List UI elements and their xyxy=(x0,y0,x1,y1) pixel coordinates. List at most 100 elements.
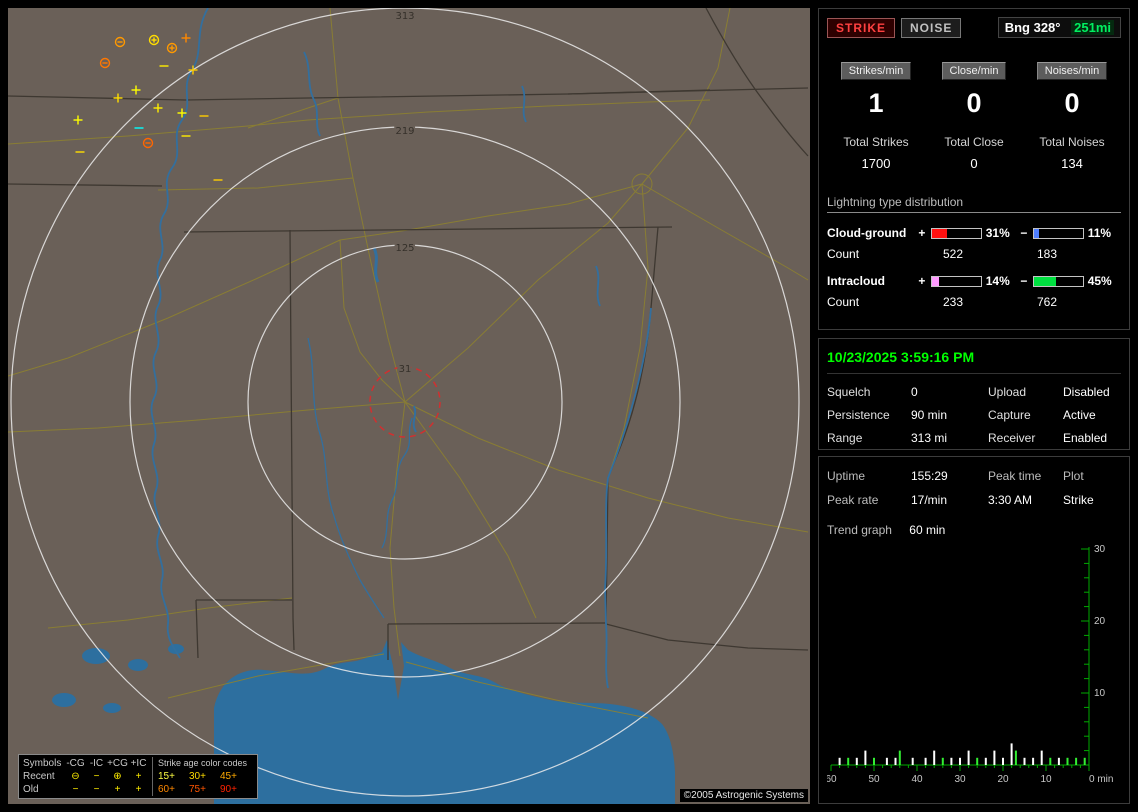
strike-button[interactable]: STRIKE xyxy=(827,18,895,38)
old-pcg-icon: + xyxy=(107,783,128,796)
close-per-min-button[interactable]: Close/min xyxy=(942,62,1007,80)
upload-status: Disabled xyxy=(1063,385,1121,399)
noises-per-min-button[interactable]: Noises/min xyxy=(1037,62,1107,80)
persistence-label: Persistence xyxy=(827,408,911,422)
bearing-distance: 251mi xyxy=(1071,20,1114,35)
legend-age-title: Strike age color codes xyxy=(158,757,247,770)
cg-minus-pct: 11% xyxy=(1088,226,1121,240)
trend-box: Uptime 155:29 Peak time Plot Peak rate 1… xyxy=(818,456,1130,804)
peak-time-label: Peak time xyxy=(988,469,1063,483)
datetime: 10/23/2025 3:59:16 PM xyxy=(827,347,1121,374)
peak-rate-value: 17/min xyxy=(911,493,988,507)
cg-plus-bar xyxy=(931,228,982,239)
svg-text:20: 20 xyxy=(1094,616,1106,627)
svg-text:30: 30 xyxy=(954,774,966,785)
total-strikes-value: 1700 xyxy=(827,156,925,171)
ring-label-125: 125 xyxy=(395,243,414,254)
svg-text:10: 10 xyxy=(1094,688,1106,699)
recent-pcg-icon: ⊕ xyxy=(107,770,128,783)
recent-nic-icon: − xyxy=(86,770,107,783)
uptime-label: Uptime xyxy=(827,469,911,483)
bearing-display: Bng 328° 251mi xyxy=(998,17,1121,38)
total-noises-value: 134 xyxy=(1023,156,1121,171)
trend-window-value: 60 min xyxy=(909,523,945,537)
strike-stats-box: STRIKE NOISE Bng 328° 251mi Strikes/min … xyxy=(818,8,1130,330)
noises-per-min-value: 0 xyxy=(1023,88,1121,119)
app-window: 313 219 125 31 Symbols -CG -IC +CG +IC S… xyxy=(0,0,1138,812)
legend-header-pcg: +CG xyxy=(107,757,128,770)
range-label: Range xyxy=(827,431,911,445)
squelch-value: 0 xyxy=(911,385,988,399)
total-close-value: 0 xyxy=(925,156,1023,171)
peak-time-value: 3:30 AM xyxy=(988,493,1063,507)
recent-pic-icon: + xyxy=(128,770,149,783)
cg-minus-count: 183 xyxy=(1027,247,1057,261)
old-nic-icon: − xyxy=(86,783,107,796)
ring-label-31: 31 xyxy=(399,364,412,375)
control-panel: STRIKE NOISE Bng 328° 251mi Strikes/min … xyxy=(818,8,1130,804)
close-per-min-value: 0 xyxy=(925,88,1023,119)
copyright-text: ©2005 Astrogenic Systems xyxy=(680,789,808,802)
legend-symbols-title: Symbols xyxy=(23,757,65,770)
plot-value: Strike xyxy=(1063,493,1121,507)
cloud-ground-count-row: Count 522 183 xyxy=(827,247,1121,261)
capture-label: Capture xyxy=(988,408,1063,422)
svg-text:0 min: 0 min xyxy=(1089,774,1113,785)
lightning-map[interactable]: 313 219 125 31 Symbols -CG -IC +CG +IC S… xyxy=(8,8,810,804)
upload-label: Upload xyxy=(988,385,1063,399)
intracloud-row: Intracloud + 14% − 45% xyxy=(827,274,1121,288)
svg-text:60: 60 xyxy=(827,774,837,785)
trend-graph: 1020306050403020100 min xyxy=(827,543,1125,789)
noise-button[interactable]: NOISE xyxy=(901,18,961,38)
ic-plus-bar xyxy=(931,276,982,287)
receiver-label: Receiver xyxy=(988,431,1063,445)
cg-plus-count: 522 xyxy=(929,247,1027,261)
age-75: 75+ xyxy=(189,783,220,796)
squelch-label: Squelch xyxy=(827,385,911,399)
plot-label: Plot xyxy=(1063,469,1121,483)
persistence-value: 90 min xyxy=(911,408,988,422)
receiver-status: Enabled xyxy=(1063,431,1121,445)
close-per-min: Close/min 0 xyxy=(925,62,1023,119)
intracloud-count-row: Count 233 762 xyxy=(827,295,1121,309)
legend-header-ncg: -CG xyxy=(65,757,86,770)
total-strikes: Total Strikes 1700 xyxy=(827,135,925,171)
old-pic-icon: + xyxy=(128,783,149,796)
trend-graph-label: Trend graph xyxy=(827,523,892,537)
settings-box: 10/23/2025 3:59:16 PM Squelch 0 Upload D… xyxy=(818,338,1130,450)
ic-minus-pct: 45% xyxy=(1088,274,1121,288)
svg-text:20: 20 xyxy=(997,774,1009,785)
cloud-ground-row: Cloud-ground + 31% − 11% xyxy=(827,226,1121,240)
age-45: 45+ xyxy=(220,770,251,783)
ic-minus-count: 762 xyxy=(1027,295,1057,309)
ic-minus-bar xyxy=(1033,276,1084,287)
map-svg[interactable]: 313 219 125 31 xyxy=(8,8,810,804)
age-30: 30+ xyxy=(189,770,220,783)
total-noises: Total Noises 134 xyxy=(1023,135,1121,171)
distribution-title: Lightning type distribution xyxy=(827,195,1121,213)
strikes-per-min-button[interactable]: Strikes/min xyxy=(841,62,911,80)
peak-rate-label: Peak rate xyxy=(827,493,911,507)
cg-minus-bar xyxy=(1033,228,1084,239)
ic-plus-pct: 14% xyxy=(986,274,1019,288)
capture-status: Active xyxy=(1063,408,1121,422)
strikes-per-min: Strikes/min 1 xyxy=(827,62,925,119)
legend-old-label: Old xyxy=(23,783,65,796)
svg-text:50: 50 xyxy=(868,774,880,785)
svg-text:10: 10 xyxy=(1040,774,1052,785)
uptime-value: 155:29 xyxy=(911,469,988,483)
symbols-legend: Symbols -CG -IC +CG +IC Strike age color… xyxy=(18,754,258,799)
svg-text:40: 40 xyxy=(911,774,923,785)
age-60: 60+ xyxy=(158,783,189,796)
cg-plus-pct: 31% xyxy=(986,226,1019,240)
age-15: 15+ xyxy=(158,770,189,783)
legend-header-pic: +IC xyxy=(128,757,149,770)
ic-plus-count: 233 xyxy=(929,295,1027,309)
age-90: 90+ xyxy=(220,783,251,796)
recent-ncg-icon: ⊖ xyxy=(65,770,86,783)
strikes-per-min-value: 1 xyxy=(827,88,925,119)
noises-per-min: Noises/min 0 xyxy=(1023,62,1121,119)
ring-label-219: 219 xyxy=(395,126,414,137)
legend-recent-label: Recent xyxy=(23,770,65,783)
range-value: 313 mi xyxy=(911,431,988,445)
